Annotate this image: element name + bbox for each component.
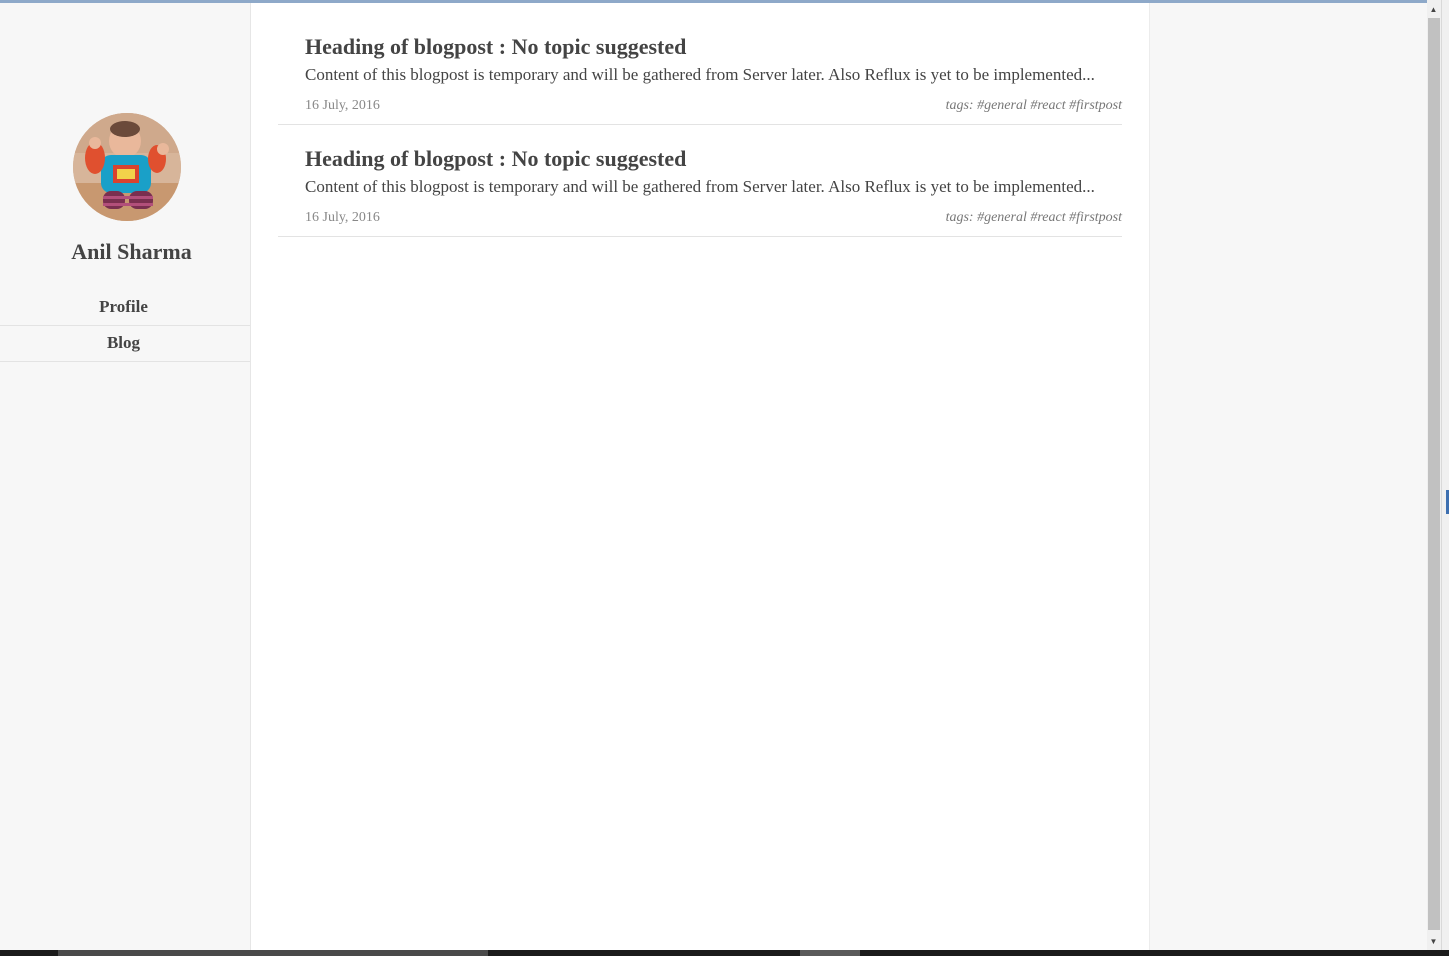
author-name: Anil Sharma xyxy=(71,239,192,264)
scrollbar-thumb[interactable] xyxy=(1428,18,1440,930)
post-tags: tags: #general #react #firstpost xyxy=(945,98,1122,113)
blog-post[interactable]: Heading of blogpost : No topic suggested… xyxy=(278,3,1122,125)
post-excerpt: Content of this blogpost is temporary an… xyxy=(305,65,1095,84)
nav-item-profile[interactable]: Profile xyxy=(0,290,250,326)
avatar-photo xyxy=(73,113,181,221)
post-date: 16 July, 2016 xyxy=(305,210,380,225)
avatar xyxy=(73,113,181,221)
post-date: 16 July, 2016 xyxy=(305,98,380,113)
scrollbar-edge xyxy=(1441,0,1442,950)
taskbar-item[interactable] xyxy=(58,950,488,956)
scroll-down-arrow-icon[interactable]: ▼ xyxy=(1427,934,1440,949)
taskbar-item[interactable] xyxy=(800,950,860,956)
taskbar xyxy=(0,950,1449,956)
post-title[interactable]: Heading of blogpost : No topic suggested xyxy=(305,146,686,172)
post-excerpt: Content of this blogpost is temporary an… xyxy=(305,177,1095,196)
nav-item-blog[interactable]: Blog xyxy=(0,326,250,362)
sidebar: Anil Sharma Profile Blog xyxy=(0,3,251,950)
right-gutter xyxy=(1149,3,1428,950)
post-title[interactable]: Heading of blogpost : No topic suggested xyxy=(305,34,686,60)
post-tags: tags: #general #react #firstpost xyxy=(945,210,1122,225)
scroll-up-arrow-icon[interactable]: ▲ xyxy=(1427,2,1440,17)
sidebar-nav: Profile Blog xyxy=(0,290,250,362)
blog-post-list: Heading of blogpost : No topic suggested… xyxy=(251,3,1149,950)
blog-post[interactable]: Heading of blogpost : No topic suggested… xyxy=(278,115,1122,237)
vertical-scrollbar[interactable]: ▲ ▼ xyxy=(1427,0,1449,950)
